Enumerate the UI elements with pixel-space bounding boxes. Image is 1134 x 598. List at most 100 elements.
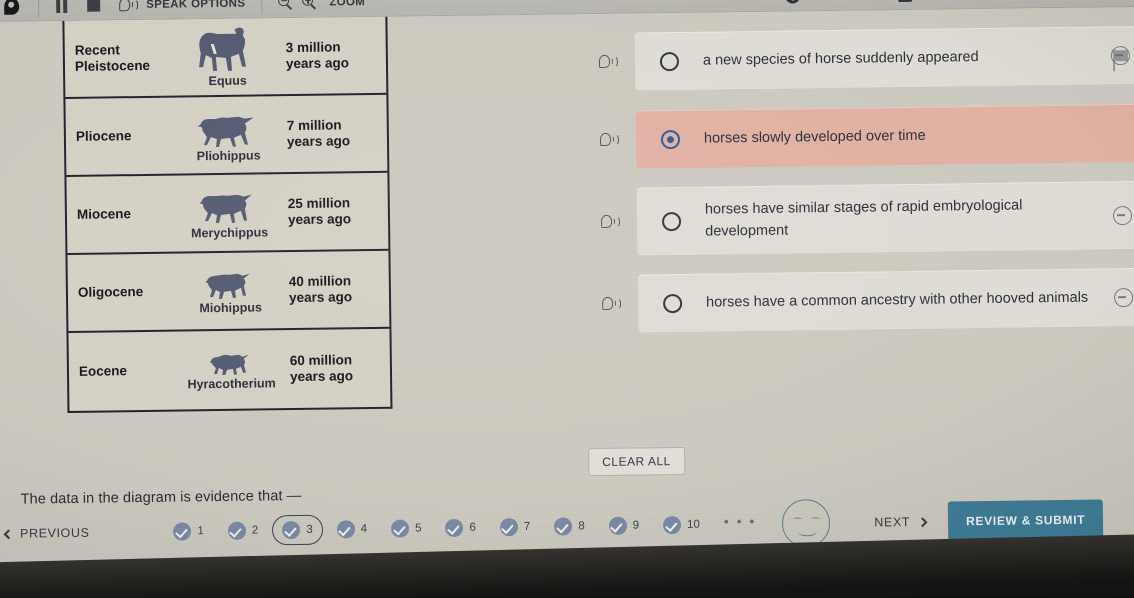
fossil-cell: Hyracotherium bbox=[172, 330, 290, 410]
question-number: 8 bbox=[578, 520, 585, 533]
check-icon bbox=[554, 517, 573, 536]
stop-button[interactable] bbox=[81, 0, 113, 20]
question-nav-5[interactable]: 5 bbox=[381, 513, 432, 544]
question-nav-6[interactable]: 6 bbox=[435, 513, 486, 544]
add-note-button[interactable]: ADD NOTE bbox=[779, 0, 876, 11]
check-icon bbox=[445, 518, 464, 538]
previous-label: PREVIOUS bbox=[20, 525, 90, 541]
check-icon bbox=[608, 516, 627, 535]
check-icon bbox=[336, 520, 355, 539]
answer-choice-row: horses have similar stages of rapid embr… bbox=[585, 180, 1134, 256]
next-button[interactable]: NEXT bbox=[874, 514, 928, 530]
question-nav-2[interactable]: 2 bbox=[218, 515, 269, 546]
radio-button-d[interactable] bbox=[662, 293, 682, 313]
question-number: 3 bbox=[306, 523, 313, 536]
question-nav-7[interactable]: 7 bbox=[490, 512, 541, 543]
app-logo bbox=[0, 0, 28, 21]
radio-button-b[interactable] bbox=[660, 129, 680, 149]
mood-smiley-icon[interactable] bbox=[782, 499, 831, 548]
fossil-name: Merychippus bbox=[191, 225, 269, 241]
choice-speak-button[interactable] bbox=[585, 214, 637, 231]
check-icon bbox=[227, 521, 247, 540]
choice-radio-wrap[interactable] bbox=[636, 129, 704, 149]
age-cell: 25 million years ago bbox=[287, 195, 352, 228]
eliminate-choice-b[interactable] bbox=[1098, 133, 1134, 134]
age-cell: 60 million years ago bbox=[289, 352, 354, 385]
speaker-head-icon bbox=[601, 296, 623, 312]
add-note-label: ADD NOTE bbox=[807, 0, 870, 2]
question-nav-10[interactable]: 10 bbox=[653, 510, 710, 541]
table-row: Recent Pleistocene Equus 3 million years… bbox=[64, 16, 387, 99]
epoch-cell: Pliocene bbox=[75, 128, 132, 144]
answer-choice-b[interactable]: horses slowly developed over time bbox=[635, 103, 1134, 169]
speak-options-label: SPEAK OPTIONS bbox=[146, 0, 246, 11]
choice-speak-button[interactable] bbox=[584, 132, 636, 149]
fossil-cell: Equus bbox=[168, 18, 286, 96]
next-label: NEXT bbox=[874, 514, 911, 530]
question-nav-1[interactable]: 1 bbox=[163, 516, 214, 547]
check-icon bbox=[662, 515, 682, 535]
speaker-head-icon bbox=[119, 0, 139, 12]
check-icon bbox=[390, 519, 410, 538]
choice-text-d: horses have a common ancestry with other… bbox=[706, 289, 1089, 311]
answer-choice-d[interactable]: horses have a common ancestry with other… bbox=[637, 267, 1134, 333]
epoch-cell: Recent Pleistocene bbox=[74, 42, 151, 74]
question-guide-icon bbox=[898, 0, 913, 2]
zoom-out-icon[interactable] bbox=[278, 0, 293, 10]
plus-circle-icon bbox=[785, 0, 801, 4]
eliminate-choice-c[interactable] bbox=[1099, 205, 1134, 225]
question-number: 2 bbox=[251, 524, 259, 537]
fossil-name: Miohippus bbox=[199, 300, 262, 316]
choice-text-c: horses have similar stages of rapid embr… bbox=[704, 197, 1023, 240]
question-number: 10 bbox=[687, 518, 700, 531]
stimulus-area: Recent Pleistocene Equus 3 million years… bbox=[0, 16, 407, 542]
speaker-head-icon bbox=[600, 214, 621, 230]
zoom-in-icon[interactable] bbox=[302, 0, 317, 10]
fossil-name: Pliohippus bbox=[196, 148, 261, 164]
horse-miohippus-icon bbox=[204, 273, 250, 300]
answer-choice-row: horses slowly developed over time bbox=[584, 103, 1134, 170]
question-nav-3[interactable]: 3 bbox=[272, 514, 323, 546]
test-application: SPEAK OPTIONS ZOOM ADD NOTE bbox=[0, 0, 1134, 580]
answer-choice-c[interactable]: horses have similar stages of rapid embr… bbox=[636, 180, 1134, 256]
zoom-label: ZOOM bbox=[329, 0, 366, 9]
question-number: 1 bbox=[197, 525, 204, 538]
question-number: 4 bbox=[360, 523, 368, 536]
epoch-cell: Oligocene bbox=[77, 283, 144, 300]
question-nav-4[interactable]: 4 bbox=[326, 514, 377, 545]
question-number: 6 bbox=[469, 521, 476, 534]
eliminate-choice-d[interactable] bbox=[1100, 287, 1134, 307]
check-icon bbox=[282, 520, 301, 540]
question-nav-9[interactable]: 9 bbox=[599, 510, 650, 541]
radio-button-a[interactable] bbox=[659, 51, 679, 71]
pause-button[interactable] bbox=[49, 0, 81, 21]
epoch-cell: Eocene bbox=[78, 363, 128, 379]
horse-evolution-table: Recent Pleistocene Equus 3 million years… bbox=[62, 16, 393, 413]
radio-button-c[interactable] bbox=[661, 211, 681, 231]
question-number-list: 1 2 3 4 5 6 7 8 9 10 • • • bbox=[163, 509, 768, 547]
answer-choice-a[interactable]: a new species of horse suddenly appeared bbox=[634, 25, 1134, 91]
choice-speak-button[interactable] bbox=[586, 296, 638, 313]
eliminate-choice-a[interactable] bbox=[1097, 45, 1134, 65]
choice-radio-wrap[interactable] bbox=[635, 51, 703, 71]
table-row: Pliocene Pliohippus 7 million years ago bbox=[65, 94, 388, 177]
pause-icon bbox=[55, 0, 68, 13]
chevron-left-icon bbox=[3, 528, 14, 539]
speak-options-button[interactable]: SPEAK OPTIONS bbox=[113, 0, 252, 20]
choice-speak-button[interactable] bbox=[583, 54, 635, 71]
minus-circle-icon bbox=[1113, 287, 1133, 307]
clear-all-button[interactable]: CLEAR ALL bbox=[588, 446, 685, 477]
choice-radio-wrap[interactable] bbox=[638, 293, 706, 313]
previous-button[interactable]: PREVIOUS bbox=[1, 526, 90, 541]
table-row: Miocene Merychippus 25 million years ago bbox=[66, 172, 389, 255]
choice-radio-wrap[interactable] bbox=[637, 211, 705, 231]
horse-merychippus-icon bbox=[199, 194, 252, 224]
fossil-cell: Pliohippus bbox=[169, 96, 287, 174]
horse-pliohippus-icon bbox=[197, 116, 254, 148]
minus-circle-icon bbox=[1112, 205, 1132, 225]
answer-choice-row: a new species of horse suddenly appeared bbox=[583, 25, 1134, 92]
age-cell: 3 million years ago bbox=[285, 39, 350, 72]
more-questions-ellipsis[interactable]: • • • bbox=[724, 513, 757, 529]
question-nav-8[interactable]: 8 bbox=[544, 511, 595, 542]
fossil-cell: Merychippus bbox=[170, 174, 288, 252]
